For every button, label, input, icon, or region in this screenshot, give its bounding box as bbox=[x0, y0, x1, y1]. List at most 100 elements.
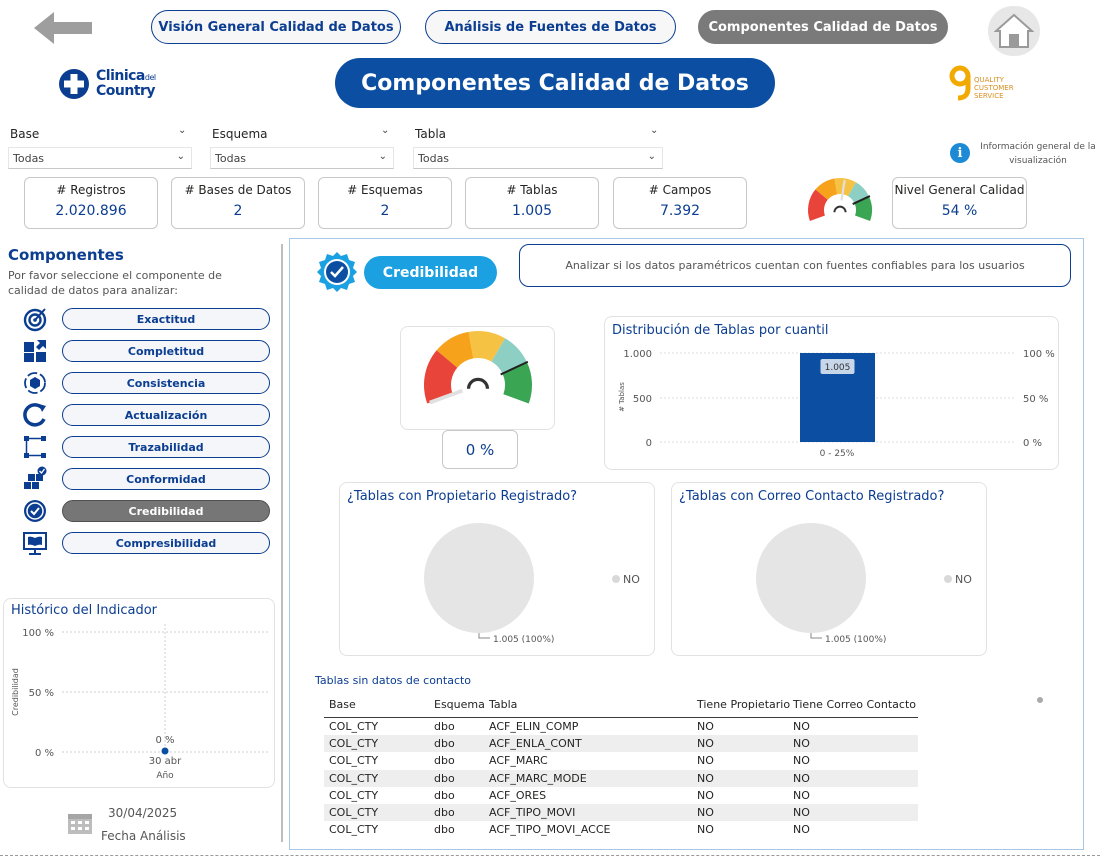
componente-actualizacion-button[interactable]: Actualización bbox=[62, 404, 270, 426]
pie-slice[interactable] bbox=[424, 523, 534, 633]
table-cell: dbo bbox=[434, 788, 455, 802]
x-tick: 0 - 25% bbox=[820, 449, 855, 459]
column-header[interactable]: Base bbox=[324, 698, 434, 711]
componente-conformidad-button[interactable]: Conformidad bbox=[62, 468, 270, 490]
kpi-label: # Campos bbox=[648, 183, 712, 197]
table-cell: ACF_TIPO_MOVI_ACCE bbox=[489, 823, 611, 837]
column-header[interactable]: Tiene Propietario bbox=[697, 698, 793, 711]
filter-tabla-label: Tabla bbox=[415, 127, 447, 141]
cross-icon bbox=[59, 69, 89, 99]
kpi-esquemas: # Esquemas 2 bbox=[318, 177, 452, 229]
componente-consistencia-button[interactable]: Consistencia bbox=[62, 372, 270, 394]
back-arrow-icon[interactable] bbox=[30, 8, 96, 48]
table-cell: COL_CTY bbox=[329, 720, 379, 734]
home-button[interactable] bbox=[988, 6, 1040, 56]
table-row[interactable]: COL_CTY dbo ACF_MARC_MODE NO NO bbox=[324, 769, 918, 787]
componente-exactitud-button[interactable]: Exactitud bbox=[62, 308, 270, 330]
x-tick: 30 abr bbox=[149, 756, 182, 767]
kpi-value: 2 bbox=[380, 203, 390, 219]
badge-check-icon bbox=[24, 500, 46, 522]
divider bbox=[281, 244, 283, 842]
book-screen-icon bbox=[23, 532, 47, 555]
table-cell: NO bbox=[793, 788, 810, 802]
tab-componentes[interactable]: Componentes Calidad de Datos bbox=[698, 10, 948, 44]
chevron-down-icon[interactable]: ⌄ bbox=[381, 125, 389, 136]
componente-compresibilidad-button[interactable]: Compresibilidad bbox=[62, 532, 270, 554]
clinica-del-country-logo: Clinicadel Country bbox=[58, 66, 168, 102]
table-cell: COL_CTY bbox=[329, 737, 379, 751]
fecha-analisis-label: Fecha Análisis bbox=[101, 829, 186, 843]
x-axis-label: Año bbox=[156, 771, 174, 781]
kpi-registros: # Registros 2.020.896 bbox=[24, 177, 158, 229]
tab-vision-general[interactable]: Visión General Calidad de Datos bbox=[151, 10, 401, 44]
legend-item[interactable]: NO bbox=[612, 573, 640, 586]
table-row[interactable]: COL_CTY dbo ACF_TIPO_MOVI_ACCE NO NO bbox=[324, 821, 918, 838]
kpi-nivel-general: Nivel General Calidad 54 % bbox=[892, 177, 1027, 229]
y-tick: 50 % bbox=[29, 688, 54, 699]
refresh-icon bbox=[23, 403, 46, 427]
fecha-analisis-value: 30/04/2025 bbox=[108, 806, 178, 820]
table-cell: NO bbox=[697, 737, 714, 751]
componente-credibilidad-button[interactable]: Credibilidad bbox=[62, 500, 270, 522]
table-cell: ACF_MARC bbox=[489, 754, 548, 768]
table-cell: NO bbox=[697, 806, 714, 820]
correo-card: ¿Tablas con Correo Contacto Registrado? … bbox=[671, 482, 987, 656]
divider bbox=[0, 855, 1100, 856]
info-icon[interactable]: i bbox=[950, 143, 970, 163]
table-cell: NO bbox=[793, 806, 810, 820]
table-cell: COL_CTY bbox=[329, 823, 379, 837]
filter-esquema-select[interactable]: Todas ⌄ bbox=[210, 147, 394, 169]
componente-completitud-button[interactable]: Completitud bbox=[62, 340, 270, 362]
table-cell: NO bbox=[697, 788, 714, 802]
chevron-down-icon[interactable]: ⌄ bbox=[178, 125, 186, 136]
pie-slice[interactable] bbox=[756, 523, 866, 633]
table-row[interactable]: COL_CTY dbo ACF_TIPO_MOVI NO NO bbox=[324, 803, 918, 822]
table-row[interactable]: COL_CTY dbo ACF_ELIN_COMP NO NO bbox=[324, 718, 918, 735]
legend-item[interactable]: NO bbox=[944, 573, 972, 586]
tab-analisis-fuentes[interactable]: Análisis de Fuentes de Datos bbox=[425, 10, 676, 44]
kpi-value: 1.005 bbox=[511, 203, 553, 219]
filter-base-select[interactable]: Todas ⌄ bbox=[8, 147, 192, 169]
filter-tabla-select[interactable]: Todas ⌄ bbox=[413, 147, 663, 169]
table-cell: NO bbox=[793, 823, 810, 837]
data-label: 1.005 (100%) bbox=[493, 635, 554, 645]
table-row[interactable]: COL_CTY dbo ACF_ENLA_CONT NO NO bbox=[324, 735, 918, 753]
chevron-down-icon: ⌄ bbox=[176, 151, 185, 162]
table-row[interactable]: COL_CTY dbo ACF_ORES NO NO bbox=[324, 787, 918, 804]
chevron-down-icon: ⌄ bbox=[378, 151, 387, 162]
kpi-label: # Bases de Datos bbox=[184, 183, 292, 197]
table-cell: NO bbox=[697, 823, 714, 837]
componente-trazabilidad-button[interactable]: Trazabilidad bbox=[62, 436, 270, 458]
componente-description: Analizar si los datos paramétricos cuent… bbox=[519, 244, 1071, 287]
gauge-card bbox=[400, 326, 555, 430]
table-cell: dbo bbox=[434, 720, 455, 734]
column-header[interactable]: Tiene Correo Contacto bbox=[793, 698, 918, 711]
column-header[interactable]: Esquema bbox=[434, 698, 489, 711]
scrollbar[interactable] bbox=[1037, 697, 1043, 703]
info-text: Información general de la visualización bbox=[980, 142, 1096, 166]
componente-actual-label: Credibilidad bbox=[364, 256, 497, 289]
table-row[interactable]: COL_CTY dbo ACF_MARC NO NO bbox=[324, 752, 918, 769]
componentes-subtitle: Por favor seleccione el componente de ca… bbox=[8, 269, 222, 297]
y-axis-label: # Tablas bbox=[618, 382, 626, 412]
kpi-tablas: # Tablas 1.005 bbox=[465, 177, 599, 229]
calendar-icon bbox=[68, 814, 92, 834]
kpi-label: # Esquemas bbox=[347, 183, 423, 197]
column-header[interactable]: Tabla bbox=[489, 698, 697, 711]
table-cell: dbo bbox=[434, 823, 455, 837]
filter-esquema-label: Esquema bbox=[212, 127, 268, 141]
kpi-label: Nivel General Calidad bbox=[894, 183, 1025, 197]
data-point[interactable] bbox=[161, 747, 169, 755]
kpi-campos: # Campos 7.392 bbox=[613, 177, 747, 229]
table-cell: NO bbox=[793, 720, 810, 734]
home-icon bbox=[994, 13, 1034, 48]
historico-card: Histórico del Indicador 100 % 50 % 0 % C… bbox=[3, 598, 275, 788]
table-cell: ACF_ENLA_CONT bbox=[489, 737, 582, 751]
y2-tick: 50 % bbox=[1023, 394, 1048, 405]
table-cell: COL_CTY bbox=[329, 771, 379, 785]
kpi-bases: # Bases de Datos 2 bbox=[171, 177, 305, 229]
chevron-down-icon[interactable]: ⌄ bbox=[650, 125, 658, 136]
table-cell: dbo bbox=[434, 771, 455, 785]
tabla-title: Tablas sin datos de contacto bbox=[315, 674, 472, 687]
filter-base-label: Base bbox=[10, 127, 40, 141]
